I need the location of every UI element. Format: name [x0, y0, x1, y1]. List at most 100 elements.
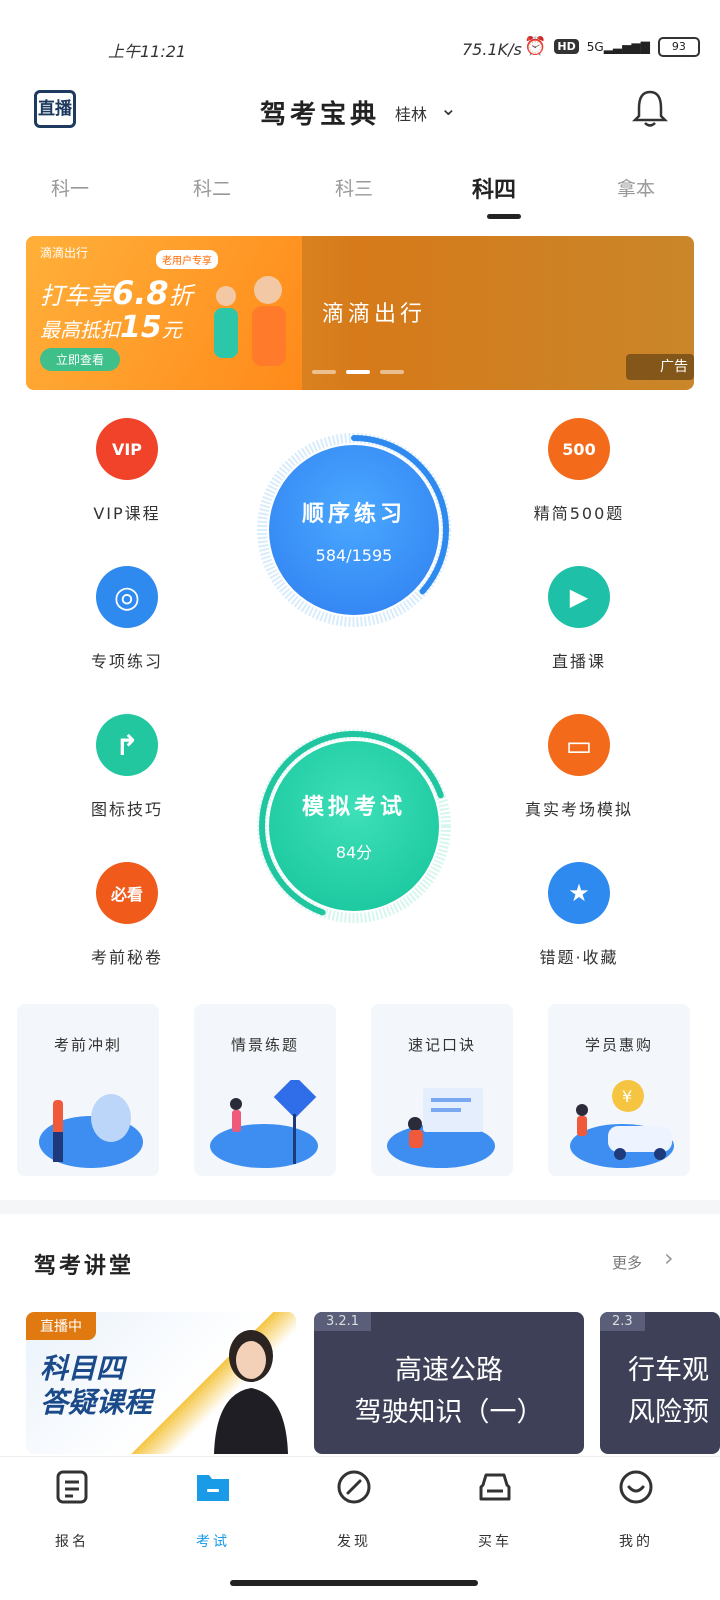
feature-label: 考前秘卷 [90, 948, 163, 967]
feature-vip-course[interactable]: VIP VIP课程 [52, 418, 202, 524]
presenter-photo [214, 1330, 288, 1454]
nav-discover[interactable]: 发现 [314, 1469, 394, 1551]
mock-exam-button[interactable]: 模拟考试 84分 [269, 741, 439, 911]
pager-dot [380, 370, 404, 374]
app-title: 驾考宝典 [260, 100, 381, 130]
status-bar: 上午11:21 75.1K/s ⏰ HD 5G▂▃▅▆▇ 93 [0, 0, 720, 80]
lesson-number-badge: 3.2.1 [314, 1312, 372, 1331]
feature-label: 真实考场模拟 [524, 800, 633, 819]
nav-label: 报名 [55, 1534, 89, 1550]
card-title: 学员惠购 [584, 1036, 653, 1054]
card-quick-mnemonics[interactable]: 速记口诀 [371, 1004, 513, 1176]
bottom-navigation: 报名 考试 发现 买车 我的 [0, 1456, 720, 1600]
live-tv-button[interactable]: 直播 [34, 90, 76, 128]
folder-icon [197, 1475, 229, 1501]
exam-title: 模拟考试 [301, 795, 406, 820]
tab-subject-2[interactable]: 科二 [172, 174, 252, 201]
live-badge: 直播中 [26, 1312, 96, 1340]
video-title: 高速公路 驾驶知识（一） [354, 1355, 544, 1428]
card-title: 速记口诀 [407, 1036, 476, 1054]
feature-label: 专项练习 [90, 652, 163, 671]
bell-icon[interactable] [632, 88, 668, 128]
network-speed: 75.1K/s [462, 40, 522, 59]
home-indicator[interactable] [230, 1580, 478, 1586]
city-selector[interactable]: 桂林 [395, 101, 427, 125]
banner-people-illustration [214, 276, 286, 366]
card-student-deals[interactable]: 学员惠购 ¥ [548, 1004, 690, 1176]
video-card-highway-driving[interactable]: 3.2.1 高速公路 驾驶知识（一） [314, 1312, 584, 1454]
video-icon: ▶ [548, 566, 610, 628]
banner-line2: 最高抵扣15元 [40, 310, 182, 345]
banner-pager [312, 370, 404, 374]
status-icons: ⏰ HD 5G▂▃▅▆▇ 93 [524, 36, 700, 57]
feature-pre-exam-paper[interactable]: 必看 考前秘卷 [52, 862, 202, 968]
chevron-down-icon[interactable]: ⌄ [440, 96, 457, 120]
monitor-icon: ▭ [548, 714, 610, 776]
lecture-section-title: 驾考讲堂 [34, 1253, 135, 1279]
star-bookmark-icon: ★ [548, 862, 610, 924]
card-pre-exam-sprint[interactable]: 考前冲刺 [17, 1004, 159, 1176]
feature-live-course[interactable]: ▶ 直播课 [504, 566, 654, 672]
hd-icon: HD [554, 39, 579, 54]
feature-label: 错题·收藏 [539, 948, 619, 967]
feature-real-exam-sim[interactable]: ▭ 真实考场模拟 [504, 714, 654, 820]
feature-label: 直播课 [551, 652, 606, 671]
ad-label: 广告 [626, 354, 694, 380]
feature-500-questions[interactable]: 500 精简500题 [504, 418, 654, 524]
svg-text:¥: ¥ [622, 1087, 632, 1106]
alarm-icon: ⏰ [524, 36, 547, 57]
feature-wrong-favorites[interactable]: ★ 错题·收藏 [504, 862, 654, 968]
smile-icon [619, 1470, 653, 1504]
target-icon: ◎ [96, 566, 158, 628]
pedestrian-sign-illustration [210, 1080, 318, 1168]
feature-special-practice[interactable]: ◎ 专项练习 [52, 566, 202, 672]
banner-view-button[interactable]: 立即查看 [40, 348, 121, 371]
sequential-practice-button[interactable]: 顺序练习 584/1595 [269, 445, 439, 615]
ad-banner[interactable]: 滴滴出行 老用户专享 打车享6.8折 最高抵扣15元 立即查看 滴滴出行 广告 [26, 236, 694, 390]
nav-buy-car[interactable]: 买车 [455, 1469, 535, 1551]
nav-signup[interactable]: 报名 [32, 1469, 112, 1551]
signup-icon [56, 1470, 88, 1504]
nav-profile[interactable]: 我的 [596, 1469, 676, 1551]
section-divider [0, 1200, 720, 1214]
nav-label: 我的 [619, 1534, 653, 1550]
signal-icon: 5G▂▃▅▆▇ [586, 39, 650, 54]
pager-dot-active [346, 370, 370, 374]
compass-icon [337, 1470, 371, 1504]
card-title: 情景练题 [230, 1036, 299, 1054]
subject-tabs: 科一 科二 科三 科四 拿本 [0, 166, 720, 226]
nav-label: 发现 [337, 1534, 371, 1550]
tab-subject-3[interactable]: 科三 [314, 174, 394, 201]
tab-subject-4[interactable]: 科四 [454, 172, 534, 204]
nav-label: 买车 [478, 1534, 512, 1550]
nav-exam[interactable]: 考试 [173, 1469, 253, 1551]
nav-label: 考试 [196, 1534, 230, 1550]
vip-icon: VIP [96, 418, 158, 480]
video-title: 行车观 风险预 [628, 1355, 709, 1428]
battery-icon: 93 [657, 36, 700, 57]
feature-sign-tips[interactable]: ↱ 图标技巧 [52, 714, 202, 820]
pager-dot [312, 370, 336, 374]
feature-label: 图标技巧 [90, 800, 163, 819]
must-see-icon: 必看 [96, 862, 158, 924]
practice-progress: 584/1595 [315, 545, 393, 565]
chevron-right-icon[interactable]: › [664, 1244, 674, 1272]
banner-brand: 滴滴出行 [40, 246, 89, 260]
video-card-live-q-and-a[interactable]: 直播中 科目四 答疑课程 [26, 1312, 296, 1454]
status-time: 上午11:21 [108, 42, 187, 61]
video-card-driving-risk[interactable]: 2.3 行车观 风险预 [600, 1312, 720, 1454]
car-coin-illustration: ¥ [570, 1080, 674, 1168]
feature-label: VIP课程 [93, 504, 161, 523]
tab-subject-1[interactable]: 科一 [30, 174, 110, 201]
banner-title: 滴滴出行 [322, 302, 427, 327]
banner-promo-panel: 滴滴出行 老用户专享 打车享6.8折 最高抵扣15元 立即查看 [26, 236, 302, 390]
lecture-more-link[interactable]: 更多 [612, 1252, 642, 1273]
tab-get-license[interactable]: 拿本 [596, 174, 676, 201]
reading-illustration [387, 1088, 495, 1168]
lesson-number-badge: 2.3 [600, 1312, 645, 1331]
video-title: 科目四 答疑课程 [40, 1352, 153, 1419]
card-scenario-practice[interactable]: 情景练题 [194, 1004, 336, 1176]
rocket-illustration [39, 1094, 143, 1168]
500-icon: 500 [548, 418, 610, 480]
banner-line1: 打车享6.8折 [40, 274, 193, 312]
